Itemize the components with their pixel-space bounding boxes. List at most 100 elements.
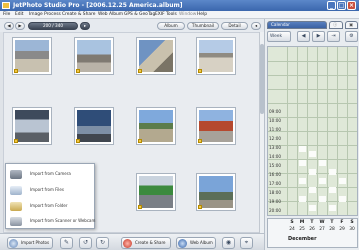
- day-header: T: [310, 220, 314, 225]
- share-icon: [123, 239, 132, 248]
- folder-icon: [10, 202, 22, 211]
- photo-slot[interactable]: [299, 196, 306, 202]
- menu-exif-tools[interactable]: EXIF Tools: [155, 11, 177, 19]
- bottom-toolbar: Import Photos ✎ ↺ ↻ Create & Share Web A…: [0, 233, 264, 250]
- globe-button[interactable]: ◉: [222, 237, 235, 249]
- prev-week-button[interactable]: ◀: [297, 31, 310, 42]
- import-from-scanner[interactable]: Import from Scanner or Webcam: [8, 214, 95, 229]
- time-label: 18:00: [269, 190, 282, 195]
- toolbar: ◀ ▶ 200 / 340 ▸ Album Thumbnail Detail ◂: [0, 19, 264, 32]
- photo-slot[interactable]: [339, 178, 346, 184]
- menu-file[interactable]: File: [3, 11, 10, 19]
- minimize-button[interactable]: _: [327, 1, 336, 10]
- photo-slot[interactable]: [329, 205, 336, 211]
- day-number[interactable]: 25: [297, 227, 307, 232]
- photo-thumbnail[interactable]: [74, 37, 114, 75]
- menu-window[interactable]: Window: [179, 11, 196, 19]
- photo-thumbnail[interactable]: [196, 107, 236, 145]
- photo-thumbnail[interactable]: [136, 107, 176, 145]
- photo-slot[interactable]: [319, 160, 326, 166]
- forward-button[interactable]: ▶: [15, 22, 25, 30]
- time-label: 16:00: [269, 172, 282, 177]
- photo-slot[interactable]: [319, 196, 326, 202]
- panel-tabs: Calendar ⓘ ▣: [267, 21, 358, 29]
- menu-bar: File Edit Image Process Create & Share W…: [0, 11, 359, 19]
- tab-album[interactable]: Album: [157, 22, 185, 30]
- photo-slot[interactable]: [309, 187, 316, 193]
- photo-slot[interactable]: [329, 187, 336, 193]
- import-from-folder[interactable]: Import from Folder: [8, 199, 94, 214]
- day-number[interactable]: 27: [317, 227, 327, 232]
- create-share-button[interactable]: Create & Share: [121, 237, 171, 249]
- photo-slot[interactable]: [339, 196, 346, 202]
- photo-thumbnail[interactable]: [196, 173, 236, 211]
- photo-thumbnail[interactable]: [136, 37, 176, 75]
- menu-create-share[interactable]: Create & Share: [62, 11, 95, 19]
- day-number[interactable]: 29: [337, 227, 347, 232]
- photo-slot[interactable]: [299, 160, 306, 166]
- import-from-files[interactable]: Import from Files: [8, 183, 94, 198]
- photo-slot[interactable]: [309, 151, 316, 157]
- time-label: 13:00: [269, 145, 282, 150]
- photo-thumbnail[interactable]: [136, 173, 176, 211]
- view-select[interactable]: Week: [267, 31, 291, 42]
- menu-web-album[interactable]: Web Album: [98, 11, 123, 19]
- settings-button[interactable]: ⚙: [345, 31, 358, 42]
- calendar-controls: Week ◀ ▶ ⇥ ⚙: [267, 31, 358, 44]
- photo-thumbnail[interactable]: [74, 107, 114, 145]
- jump-button[interactable]: ⇥: [327, 31, 340, 42]
- photo-slot[interactable]: [299, 146, 306, 152]
- time-label: 09:00: [269, 109, 282, 114]
- import-from-camera[interactable]: Import from Camera: [8, 167, 94, 182]
- next-week-button[interactable]: ▶: [312, 31, 325, 42]
- edit-button[interactable]: ✎: [60, 237, 73, 249]
- rotate-right-button[interactable]: ↻: [96, 237, 109, 249]
- rotate-left-button[interactable]: ↺: [79, 237, 92, 249]
- web-album-button[interactable]: Web Album: [176, 237, 216, 249]
- tab-map[interactable]: ▣: [345, 21, 358, 29]
- day-number[interactable]: 28: [327, 227, 337, 232]
- day-number[interactable]: 24: [287, 227, 297, 232]
- title-bar: JetPhoto Studio Pro - [2006.12.25 Americ…: [0, 0, 359, 11]
- photo-slot[interactable]: [309, 205, 316, 211]
- import-menu: Import from Camera Import from Files Imp…: [5, 163, 95, 229]
- tab-thumbnail[interactable]: Thumbnail: [187, 22, 219, 30]
- next-button[interactable]: ▸: [80, 22, 90, 30]
- photo-thumbnail[interactable]: [12, 37, 52, 75]
- tab-info[interactable]: ⓘ: [329, 21, 343, 29]
- gps-button[interactable]: ⌖: [240, 237, 253, 249]
- menu-help[interactable]: Help: [197, 11, 207, 19]
- maximize-button[interactable]: □: [337, 1, 346, 10]
- day-number[interactable]: 30: [347, 227, 357, 232]
- photo-slot[interactable]: [309, 169, 316, 175]
- photo-slot[interactable]: [319, 178, 326, 184]
- time-label: 17:00: [269, 181, 282, 186]
- web-icon: [178, 239, 187, 248]
- tab-calendar[interactable]: Calendar: [267, 21, 327, 29]
- photo-thumbnail[interactable]: [196, 37, 236, 75]
- day-header: F: [340, 220, 344, 225]
- toggle-panel-button[interactable]: ◂: [251, 22, 261, 30]
- photo-slot[interactable]: [299, 178, 306, 184]
- files-icon: [10, 186, 22, 195]
- menu-image-process[interactable]: Image Process: [29, 11, 61, 19]
- back-button[interactable]: ◀: [4, 22, 14, 30]
- day-header: S: [350, 220, 354, 225]
- time-label: 11:00: [269, 127, 282, 132]
- time-label: 10:00: [269, 118, 282, 123]
- import-photos-button[interactable]: Import Photos: [7, 237, 53, 249]
- time-label: 14:00: [269, 154, 282, 159]
- photo-thumbnail[interactable]: [12, 107, 52, 145]
- calendar-panel: Calendar ⓘ ▣ Week ◀ ▶ ⇥ ⚙ 09:00 10:00 11…: [264, 19, 359, 250]
- day-header: S: [290, 220, 294, 225]
- camera-icon: [10, 170, 22, 179]
- menu-edit[interactable]: Edit: [15, 11, 24, 19]
- calendar-week-header: S M T W T F S 24 25 26 27 28 29 30 Decem…: [267, 218, 358, 248]
- tab-detail[interactable]: Detail: [221, 22, 248, 30]
- calendar-grid: 09:00 10:00 11:00 12:00 13:00 14:00 15:0…: [267, 46, 358, 216]
- day-number[interactable]: 26: [307, 227, 317, 232]
- menu-gps-geotag[interactable]: GPS & GeoTag: [124, 11, 155, 19]
- photo-slot[interactable]: [329, 169, 336, 175]
- day-header: M: [299, 220, 305, 225]
- close-button[interactable]: ×: [347, 1, 356, 10]
